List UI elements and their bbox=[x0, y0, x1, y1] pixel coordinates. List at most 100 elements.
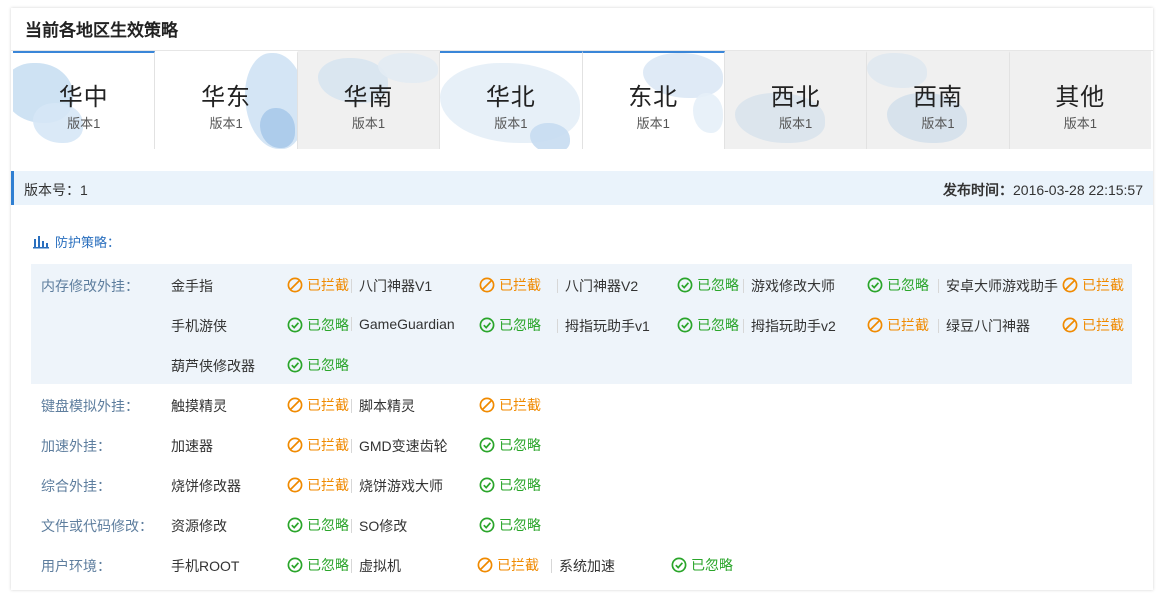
policy-group: 用户环境： 手机ROOT 已忽略 虚拟机 已拦截 系统加速 已忽略 bbox=[31, 544, 1132, 584]
check-circle-icon bbox=[287, 557, 303, 573]
status-blocked[interactable]: 已拦截 bbox=[287, 395, 349, 415]
section-header: 防护策略： bbox=[33, 232, 120, 251]
policy-item: 绿豆八门神器 bbox=[938, 316, 1030, 336]
policy-item-name: 安卓大师游戏助手 bbox=[946, 278, 1058, 294]
separator bbox=[351, 317, 352, 331]
card-title: 当前各地区生效策略 bbox=[25, 21, 178, 40]
check-circle-icon bbox=[287, 357, 303, 373]
blocked-icon bbox=[479, 277, 495, 293]
check-circle-icon bbox=[479, 477, 495, 493]
status-ignored[interactable]: 已忽略 bbox=[671, 555, 733, 575]
status-label: 已拦截 bbox=[499, 277, 541, 293]
status-blocked[interactable]: 已拦截 bbox=[1062, 275, 1124, 295]
status-ignored[interactable]: 已忽略 bbox=[479, 435, 541, 455]
policy-row: 加速外挂： 加速器 已拦截 GMD变速齿轮 已忽略 bbox=[31, 424, 1132, 464]
version-key: 版本号： bbox=[24, 182, 80, 198]
policy-row: 用户环境： 手机ROOT 已忽略 虚拟机 已拦截 系统加速 已忽略 bbox=[31, 544, 1132, 584]
category-label: 文件或代码修改： bbox=[41, 518, 153, 534]
check-circle-icon bbox=[479, 317, 495, 333]
policy-item-name: 八门神器V2 bbox=[565, 278, 639, 294]
status-ignored[interactable]: 已忽略 bbox=[287, 355, 349, 375]
status-blocked[interactable]: 已拦截 bbox=[479, 395, 541, 415]
region-tab[interactable]: 西北 版本1 bbox=[724, 51, 868, 149]
region-name: 华东 bbox=[201, 84, 252, 111]
separator bbox=[551, 559, 552, 573]
region-name: 东北 bbox=[628, 84, 679, 111]
publish-value: 2016-03-28 22:15:57 bbox=[1013, 182, 1143, 198]
check-circle-icon bbox=[867, 277, 883, 293]
check-circle-icon bbox=[677, 317, 693, 333]
separator bbox=[351, 559, 352, 573]
separator bbox=[743, 279, 744, 293]
region-tab[interactable]: 其他 版本1 bbox=[1009, 51, 1151, 149]
policy-item-name: 拇指玩助手v1 bbox=[565, 318, 650, 334]
region-tab[interactable]: 西南 版本1 bbox=[867, 51, 1010, 149]
status-ignored[interactable]: 已忽略 bbox=[479, 315, 541, 335]
status-blocked[interactable]: 已拦截 bbox=[287, 435, 349, 455]
policy-item-name: 虚拟机 bbox=[359, 558, 401, 574]
policy-item-name: GMD变速齿轮 bbox=[359, 438, 448, 454]
policy-item-name: SO修改 bbox=[359, 518, 408, 534]
status-blocked[interactable]: 已拦截 bbox=[479, 275, 541, 295]
status-label: 已忽略 bbox=[307, 517, 349, 533]
policy-group: 内存修改外挂： 金手指 已拦截 八门神器V1 已拦截 八门神器V2 已忽略 游戏修改大师 已忽略… bbox=[31, 264, 1132, 384]
status-ignored[interactable]: 已忽略 bbox=[287, 555, 349, 575]
status-label: 已忽略 bbox=[691, 557, 733, 573]
category-label: 内存修改外挂： bbox=[41, 278, 139, 294]
separator bbox=[351, 399, 352, 413]
region-name: 华中 bbox=[58, 84, 109, 111]
policy-item-name: 烧饼修改器 bbox=[171, 478, 241, 494]
status-label: 已忽略 bbox=[697, 277, 739, 293]
category-label: 加速外挂： bbox=[41, 438, 111, 454]
region-tab[interactable]: 东北 版本1 bbox=[582, 51, 725, 149]
status-label: 已忽略 bbox=[307, 357, 349, 373]
region-tab[interactable]: 华中 版本1 bbox=[13, 51, 156, 149]
policy-table: 内存修改外挂： 金手指 已拦截 八门神器V1 已拦截 八门神器V2 已忽略 游戏修改大师 已忽略… bbox=[31, 264, 1132, 584]
policy-item: GameGuardian bbox=[351, 316, 455, 332]
policy-group: 综合外挂： 烧饼修改器 已拦截 烧饼游戏大师 已忽略 bbox=[31, 464, 1132, 504]
region-version: 版本1 bbox=[494, 116, 528, 131]
status-ignored[interactable]: 已忽略 bbox=[867, 275, 929, 295]
region-name: 华南 bbox=[343, 84, 394, 111]
status-blocked[interactable]: 已拦截 bbox=[287, 475, 349, 495]
status-ignored[interactable]: 已忽略 bbox=[479, 515, 541, 535]
category-label: 用户环境： bbox=[41, 558, 111, 574]
blocked-icon bbox=[287, 397, 303, 413]
publish-time: 发布时间：2016-03-28 22:15:57 bbox=[943, 180, 1143, 200]
status-blocked[interactable]: 已拦截 bbox=[867, 315, 929, 335]
separator bbox=[938, 319, 939, 333]
status-label: 已忽略 bbox=[499, 317, 541, 333]
status-ignored[interactable]: 已忽略 bbox=[677, 315, 739, 335]
policy-item: 触摸精灵 bbox=[171, 396, 227, 416]
status-label: 已拦截 bbox=[307, 397, 349, 413]
policy-item-name: 金手指 bbox=[171, 278, 213, 294]
status-ignored[interactable]: 已忽略 bbox=[287, 515, 349, 535]
policy-item-name: 拇指玩助手v2 bbox=[751, 318, 836, 334]
policy-group: 文件或代码修改： 资源修改 已忽略 SO修改 已忽略 bbox=[31, 504, 1132, 544]
status-blocked[interactable]: 已拦截 bbox=[477, 555, 539, 575]
bar-chart-icon bbox=[33, 235, 49, 248]
policy-item: 葫芦侠修改器 bbox=[171, 356, 255, 376]
status-blocked[interactable]: 已拦截 bbox=[1062, 315, 1124, 335]
region-tab[interactable]: 华北 版本1 bbox=[440, 51, 583, 149]
check-circle-icon bbox=[677, 277, 693, 293]
status-blocked[interactable]: 已拦截 bbox=[287, 275, 349, 295]
status-ignored[interactable]: 已忽略 bbox=[677, 275, 739, 295]
policy-item: 虚拟机 bbox=[351, 556, 401, 576]
policy-item: GMD变速齿轮 bbox=[351, 436, 448, 456]
check-circle-icon bbox=[287, 517, 303, 533]
region-name: 西南 bbox=[912, 84, 963, 111]
check-circle-icon bbox=[287, 317, 303, 333]
policy-row: 内存修改外挂： 金手指 已拦截 八门神器V1 已拦截 八门神器V2 已忽略 游戏修改大师 已忽略… bbox=[31, 264, 1132, 304]
policy-item-name: 触摸精灵 bbox=[171, 398, 227, 414]
status-label: 已忽略 bbox=[499, 437, 541, 453]
region-tab[interactable]: 华南 版本1 bbox=[297, 51, 441, 149]
policy-item-name: 手机游侠 bbox=[171, 318, 227, 334]
status-ignored[interactable]: 已忽略 bbox=[479, 475, 541, 495]
policy-card: 当前各地区生效策略 华中 版本1 华东 版本1 华南 版本1 华北 版本1 东北 版本1 西北 版本1… bbox=[11, 8, 1153, 590]
status-ignored[interactable]: 已忽略 bbox=[287, 315, 349, 335]
policy-item: 八门神器V1 bbox=[351, 276, 432, 296]
region-tab[interactable]: 华东 版本1 bbox=[155, 51, 298, 149]
policy-group: 加速外挂： 加速器 已拦截 GMD变速齿轮 已忽略 bbox=[31, 424, 1132, 464]
status-label: 已忽略 bbox=[307, 557, 349, 573]
